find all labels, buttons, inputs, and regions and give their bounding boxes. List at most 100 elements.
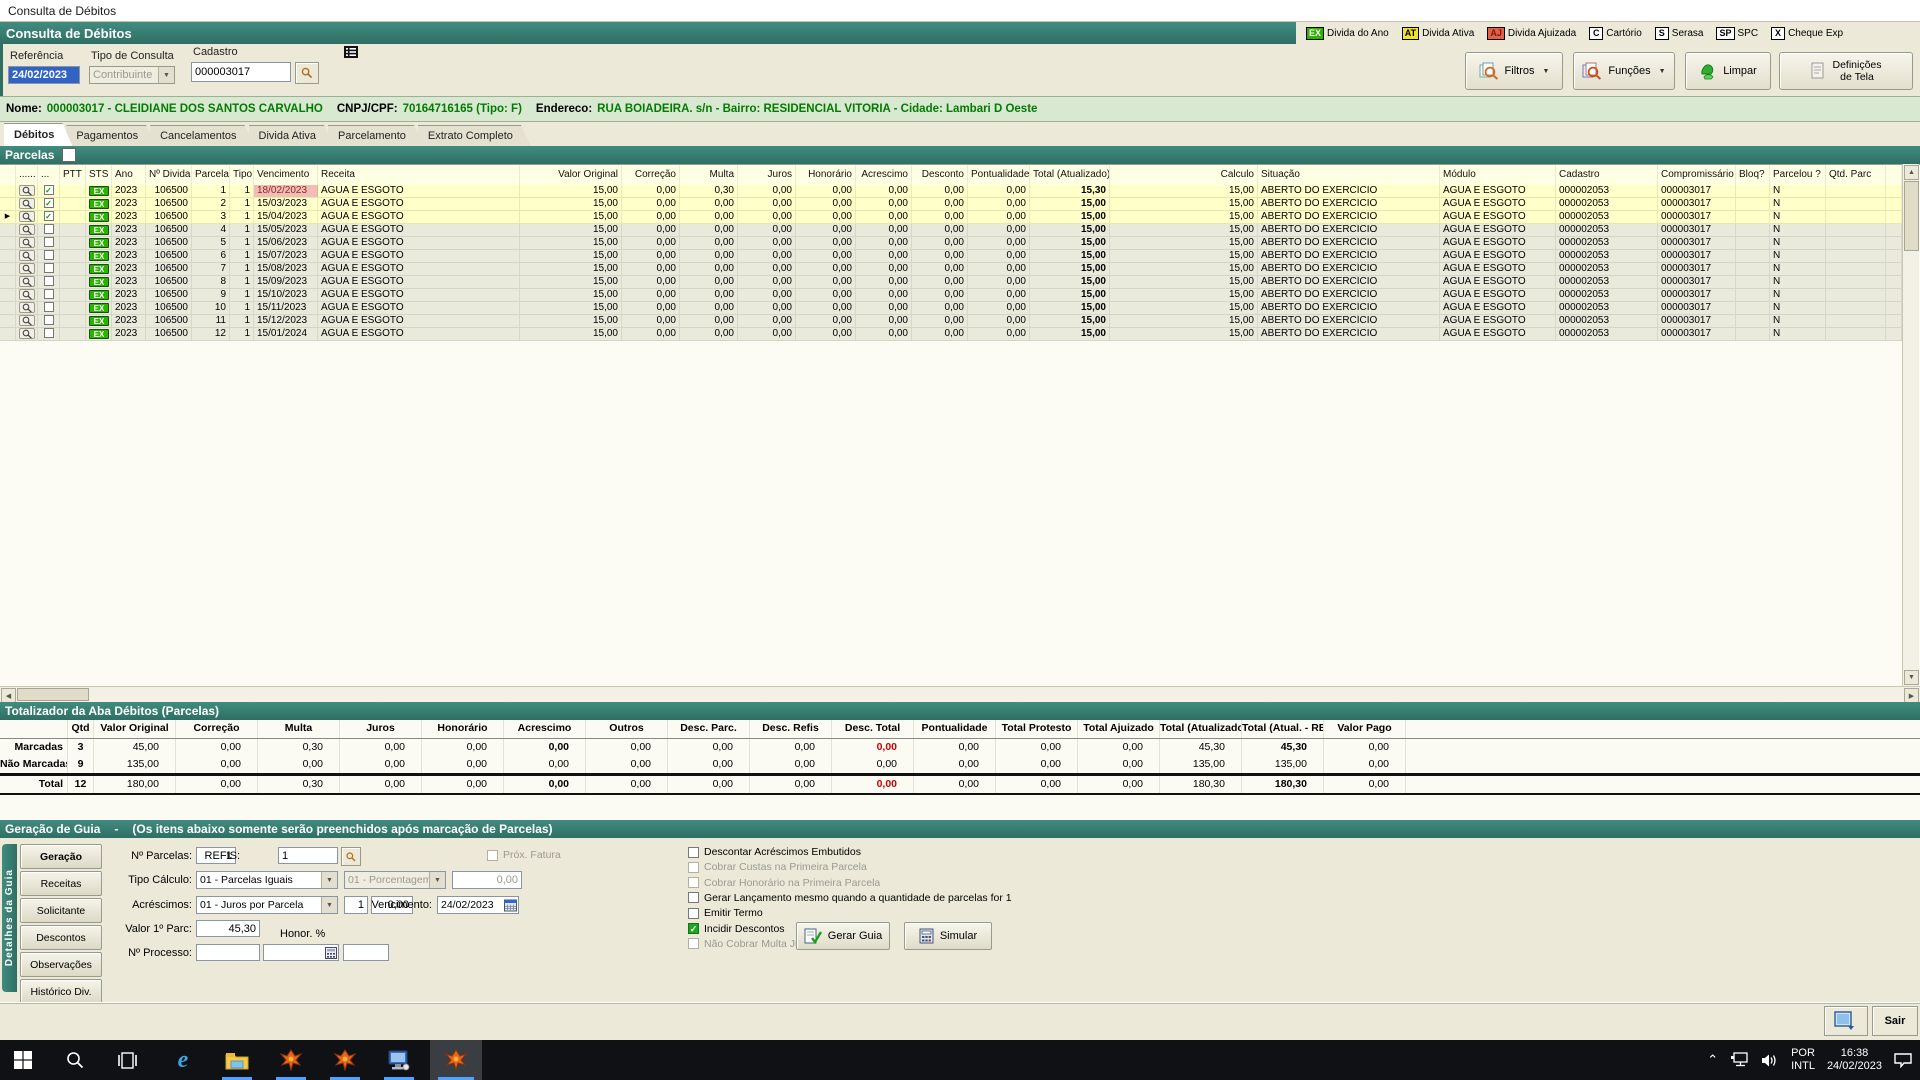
my-computer-button[interactable]: [376, 1040, 422, 1080]
task-view-button[interactable]: [104, 1040, 150, 1080]
row-magnifier-button[interactable]: [19, 185, 35, 196]
definicoes-tela-button[interactable]: Definições de Tela: [1779, 52, 1913, 90]
row-magnifier-button[interactable]: [19, 250, 35, 261]
acrescimos-select[interactable]: 01 - Juros por Parcela ▼: [196, 896, 338, 914]
checkbox-emitir-termo[interactable]: Emitir Termo: [688, 907, 763, 919]
start-button[interactable]: [0, 1040, 46, 1080]
row-checkbox[interactable]: [44, 289, 54, 299]
hidden-icons-chevron[interactable]: ⌃: [1707, 1052, 1718, 1068]
volume-icon[interactable]: [1761, 1053, 1779, 1068]
filtros-button[interactable]: Filtros ▼: [1465, 52, 1563, 90]
tab-divida-ativa[interactable]: Divida Ativa: [249, 125, 334, 146]
table-row[interactable]: EX20231065009115/10/2023AGUA E ESGOTO15,…: [0, 289, 1902, 302]
sair-button[interactable]: Sair: [1872, 1006, 1918, 1036]
grid-vertical-scrollbar[interactable]: ▲ ▼: [1902, 164, 1919, 686]
list-view-button[interactable]: [341, 44, 361, 60]
vencimento-input[interactable]: 24/02/2023: [437, 896, 519, 914]
row-magnifier-button[interactable]: [19, 263, 35, 274]
row-checkbox[interactable]: ✓: [44, 185, 54, 195]
table-row[interactable]: ✓EX20231065001118/02/2023AGUA E ESGOTO15…: [0, 185, 1902, 198]
exit-icon-button[interactable]: [1824, 1006, 1868, 1036]
cadastro-search-button[interactable]: [295, 62, 319, 84]
table-row[interactable]: EX20231065006115/07/2023AGUA E ESGOTO15,…: [0, 250, 1902, 263]
row-checkbox[interactable]: [44, 315, 54, 325]
tab-pagamentos[interactable]: Pagamentos: [66, 125, 156, 146]
tab-extrato-completo[interactable]: Extrato Completo: [418, 125, 531, 146]
row-magnifier-button[interactable]: [19, 198, 35, 209]
tipo-calculo-select[interactable]: 01 - Parcelas Iguais ▼: [196, 871, 338, 889]
row-magnifier-button[interactable]: [19, 224, 35, 235]
guide-nav-receitas[interactable]: Receitas: [20, 871, 102, 896]
tab-cancelamentos[interactable]: Cancelamentos: [150, 125, 254, 146]
row-checkbox[interactable]: [44, 302, 54, 312]
notification-center-icon[interactable]: [1894, 1052, 1912, 1068]
horizontal-scroll-thumb[interactable]: [17, 688, 89, 701]
guide-nav-historico-div[interactable]: Histórico Div.: [20, 979, 102, 1004]
n-processo-input[interactable]: [196, 944, 260, 961]
tab-parcelamento[interactable]: Parcelamento: [328, 125, 424, 146]
processo-aux-input[interactable]: [263, 944, 339, 961]
checkbox-cobrar-honorario-na-primeira-parcela[interactable]: Cobrar Honorário na Primeira Parcela: [688, 877, 880, 889]
language-indicator[interactable]: POR INTL: [1791, 1047, 1815, 1073]
table-row[interactable]: EX20231065005115/06/2023AGUA E ESGOTO15,…: [0, 237, 1902, 250]
cadastro-input[interactable]: [191, 62, 291, 82]
row-magnifier-button[interactable]: [19, 276, 35, 287]
app-phoenix-2-button[interactable]: [322, 1040, 368, 1080]
guide-nav-solicitante[interactable]: Solicitante: [20, 898, 102, 923]
row-magnifier-button[interactable]: [19, 289, 35, 300]
honor-input[interactable]: [343, 944, 389, 961]
table-row[interactable]: EX20231065007115/08/2023AGUA E ESGOTO15,…: [0, 263, 1902, 276]
calculator-icon[interactable]: [325, 947, 338, 959]
guide-nav-descontos[interactable]: Descontos: [20, 925, 102, 950]
row-checkbox[interactable]: [44, 237, 54, 247]
row-magnifier-button[interactable]: [19, 328, 35, 339]
network-icon[interactable]: [1730, 1052, 1749, 1068]
guide-nav-observacoes[interactable]: Observações: [20, 952, 102, 977]
row-checkbox[interactable]: ✓: [44, 198, 54, 208]
table-row[interactable]: EX202310650010115/11/2023AGUA E ESGOTO15…: [0, 302, 1902, 315]
checkbox-cobrar-custas-na-primeira-parcela[interactable]: Cobrar Custas na Primeira Parcela: [688, 861, 867, 873]
guide-nav-geracao[interactable]: Geração: [20, 844, 102, 869]
table-row[interactable]: ✓EX20231065002115/03/2023AGUA E ESGOTO15…: [0, 198, 1902, 211]
vertical-scroll-thumb[interactable]: [1904, 181, 1919, 251]
row-magnifier-button[interactable]: [19, 237, 35, 248]
row-checkbox[interactable]: [44, 250, 54, 260]
app-phoenix-active-button[interactable]: [430, 1040, 482, 1080]
gerar-guia-button[interactable]: Gerar Guia: [796, 922, 890, 950]
row-checkbox[interactable]: [44, 224, 54, 234]
refis-input[interactable]: [278, 847, 338, 864]
row-checkbox[interactable]: [44, 263, 54, 273]
parcelas-select-all-checkbox[interactable]: [62, 148, 76, 162]
simular-button[interactable]: Simular: [904, 922, 992, 950]
refis-search-button[interactable]: [341, 847, 361, 866]
referencia-input[interactable]: [8, 66, 80, 84]
checkbox-prox-fatura[interactable]: Próx. Fatura: [487, 849, 561, 861]
scroll-right-button[interactable]: ▶: [1904, 688, 1919, 703]
file-explorer-button[interactable]: [214, 1040, 260, 1080]
taskbar-search-button[interactable]: [52, 1040, 98, 1080]
tab-debitos[interactable]: Débitos: [4, 123, 72, 146]
scroll-left-button[interactable]: ◀: [1, 688, 16, 703]
detalhes-da-guia-tab[interactable]: Detalhes da Guia: [2, 844, 17, 992]
calendar-icon[interactable]: [504, 899, 518, 912]
checkbox-descontar-acrescimos-embutidos[interactable]: Descontar Acréscimos Embutidos: [688, 846, 861, 858]
valor-1parc-input[interactable]: [196, 920, 260, 937]
grid-horizontal-scrollbar[interactable]: ◀ ▶: [0, 686, 1920, 702]
scroll-down-button[interactable]: ▼: [1904, 670, 1919, 685]
scroll-up-button[interactable]: ▲: [1904, 165, 1919, 180]
app-phoenix-1-button[interactable]: [268, 1040, 314, 1080]
row-magnifier-button[interactable]: [19, 302, 35, 313]
checkbox-incidir-descontos[interactable]: ✓Incidir Descontos: [688, 923, 785, 935]
funcoes-button[interactable]: Funções ▼: [1573, 52, 1675, 90]
porcentagem-select[interactable]: 01 - Porcentagem ▼: [344, 871, 446, 889]
table-row[interactable]: EX202310650011115/12/2023AGUA E ESGOTO15…: [0, 315, 1902, 328]
checkbox-gerar-lancamento-mesmo-quando-a-quantidade-de-parcelas-for-1[interactable]: Gerar Lançamento mesmo quando a quantida…: [688, 892, 1012, 904]
row-magnifier-button[interactable]: [19, 211, 35, 222]
row-checkbox[interactable]: ✓: [44, 211, 54, 221]
table-row[interactable]: EX202310650012115/01/2024AGUA E ESGOTO15…: [0, 328, 1902, 341]
row-magnifier-button[interactable]: [19, 315, 35, 326]
row-checkbox[interactable]: [44, 328, 54, 338]
row-checkbox[interactable]: [44, 276, 54, 286]
internet-explorer-button[interactable]: e: [160, 1040, 206, 1080]
porcentagem-valor-input[interactable]: [452, 871, 522, 889]
